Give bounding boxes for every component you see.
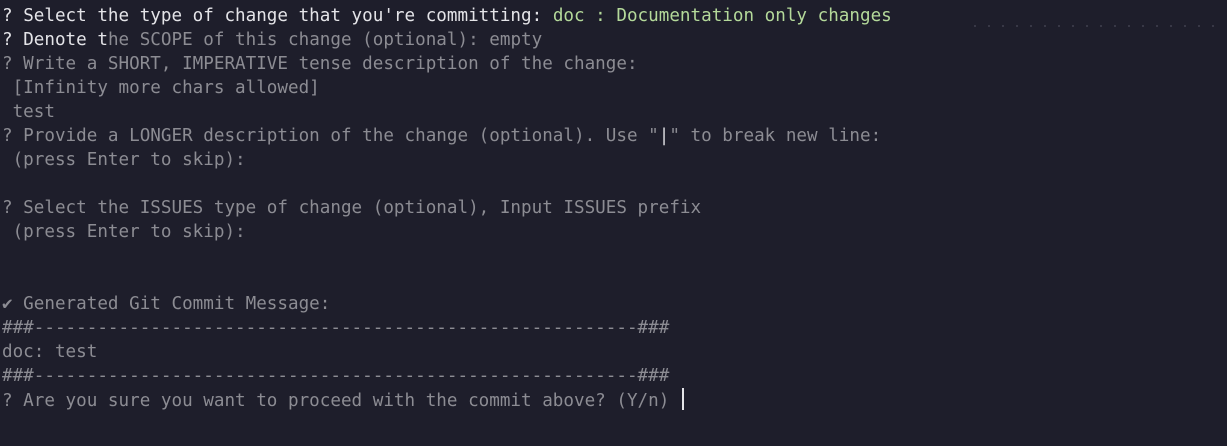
question-short-answer: test xyxy=(2,102,55,122)
question-issues-hint: (press Enter to skip): xyxy=(2,222,246,242)
question-long-hint: (press Enter to skip): xyxy=(2,150,246,170)
question-long-text-after: " to break new line: xyxy=(669,126,882,146)
separator-top: ###-------------------------------------… xyxy=(2,318,670,338)
question-prefix: ? xyxy=(2,30,24,50)
question-type-answer: doc : Documentation only changes xyxy=(552,6,892,26)
commit-message: doc: test xyxy=(2,342,98,362)
question-scope-line: ? Denote the SCOPE of this change (optio… xyxy=(0,28,1227,52)
question-scope-bright-text: Denote t xyxy=(23,30,108,50)
question-short-hint: [Infinity more chars allowed] xyxy=(2,78,320,98)
question-short-line: ? Write a SHORT, IMPERATIVE tense descri… xyxy=(2,54,638,74)
pipe-character: | xyxy=(658,126,670,146)
question-type-text: Select the type of change that you're co… xyxy=(23,6,553,26)
question-scope-dim-text: he SCOPE of this change (optional): empt… xyxy=(107,30,543,50)
confirm-prompt-line[interactable]: ? Are you sure you want to proceed with … xyxy=(0,388,1227,412)
terminal-window[interactable]: ? Select the type of change that you're … xyxy=(0,0,1227,446)
generated-message-title: ✔ Generated Git Commit Message: xyxy=(2,294,331,314)
question-prefix: ? xyxy=(2,6,24,26)
question-issues-line: ? Select the ISSUES type of change (opti… xyxy=(2,198,702,218)
text-cursor[interactable] xyxy=(681,388,684,410)
question-long-line: ? Provide a LONGER description of the ch… xyxy=(0,124,1227,148)
separator-bottom: ###-------------------------------------… xyxy=(2,366,670,386)
question-type-line: ? Select the type of change that you're … xyxy=(0,4,1227,28)
question-long-text-before: ? Provide a LONGER description of the ch… xyxy=(2,126,659,146)
confirm-question: ? Are you sure you want to proceed with … xyxy=(2,391,680,411)
